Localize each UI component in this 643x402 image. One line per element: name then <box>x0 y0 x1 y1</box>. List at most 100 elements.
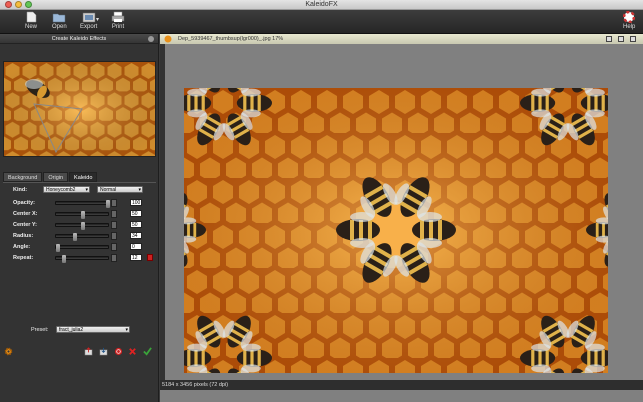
param-row: Radius: 34 <box>3 232 156 241</box>
scroll-gutter <box>160 44 165 380</box>
angle-label: Angle: <box>13 244 31 250</box>
kaleidoscope-image <box>184 88 608 373</box>
center-y-slider[interactable] <box>55 222 109 230</box>
save-preset-icon[interactable] <box>99 347 108 356</box>
image-size-status: 5184 x 3456 pixels (72 dpi) <box>162 382 229 388</box>
honeycomb-preview-image <box>4 62 155 156</box>
effect-tabs: Background Origin Kaleido <box>3 172 98 182</box>
preset-value: fract_julia2 <box>59 327 84 333</box>
chevron-down-icon: ▾ <box>125 327 128 333</box>
kaleido-settings: Kind: Honeycomb2 ▾ Normal ▾ Opacity: 100 Cen… <box>3 182 156 302</box>
slider-knob[interactable] <box>73 233 77 241</box>
minimize-window-icon[interactable] <box>15 1 22 8</box>
print-label: Print <box>111 24 125 30</box>
random-repeat-button[interactable] <box>147 254 153 261</box>
tab-origin[interactable]: Origin <box>43 172 69 182</box>
pin-icon[interactable] <box>148 36 154 42</box>
tab-background[interactable]: Background <box>3 172 43 182</box>
param-row: Opacity: 100 <box>3 199 156 208</box>
repeat-stepper[interactable] <box>111 254 117 262</box>
repeat-label: Repeat: <box>13 255 34 261</box>
open-folder-icon <box>53 13 66 23</box>
preset-select[interactable]: fract_julia2 ▾ <box>56 326 130 333</box>
blend-mode-select[interactable]: Normal ▾ <box>97 186 143 193</box>
chevron-down-icon: ▾ <box>85 187 88 193</box>
kind-select[interactable]: Honeycomb2 ▾ <box>43 186 90 193</box>
center-x-label: Center X: <box>13 211 38 217</box>
cancel-x-icon[interactable] <box>128 347 137 356</box>
export-label: Export <box>80 24 98 30</box>
center-y-label: Center Y: <box>13 222 37 228</box>
zoom-window-icon[interactable] <box>25 1 32 8</box>
opacity-stepper[interactable] <box>111 199 117 207</box>
radius-label: Radius: <box>13 233 34 239</box>
param-row: Center X: 50 <box>3 210 156 219</box>
export-icon <box>82 12 95 23</box>
radius-slider[interactable] <box>55 233 109 241</box>
help-label: Help <box>623 24 636 30</box>
doc-restore-button[interactable] <box>618 36 624 42</box>
load-preset-icon[interactable] <box>84 347 93 356</box>
help-lifebuoy-icon <box>623 11 636 23</box>
open-button[interactable]: Open <box>52 11 67 30</box>
panel-header: Create Kaleido Effects <box>0 34 158 44</box>
doc-close-button[interactable] <box>630 36 636 42</box>
param-row: Center Y: 50 <box>3 221 156 230</box>
slider-knob[interactable] <box>81 222 85 230</box>
preset-label: Preset: <box>31 327 49 333</box>
reset-icon[interactable] <box>114 347 123 356</box>
printer-icon <box>111 11 125 22</box>
gear-icon[interactable] <box>4 347 13 356</box>
radius-input[interactable]: 34 <box>130 232 142 239</box>
doc-minimize-button[interactable] <box>606 36 612 42</box>
center-x-input[interactable]: 50 <box>130 210 142 217</box>
close-window-icon[interactable] <box>5 1 12 8</box>
opacity-label: Opacity: <box>13 200 36 206</box>
title-bar: KaleidoFX <box>0 0 643 10</box>
document-title-bar: Dep_5939467_thumbsup(lgr000)_.jpg 17% <box>160 34 643 44</box>
param-row: Angle: 0 <box>3 243 156 252</box>
repeat-input[interactable]: 12 <box>130 254 142 261</box>
repeat-slider[interactable] <box>55 255 109 263</box>
kind-label: Kind: <box>13 187 28 193</box>
center-x-slider[interactable] <box>55 211 109 219</box>
tab-kaleido[interactable]: Kaleido <box>69 172 98 182</box>
angle-slider[interactable] <box>55 244 109 252</box>
print-button[interactable]: Print <box>111 11 125 30</box>
slider-knob[interactable] <box>56 244 60 252</box>
blend-mode-value: Normal <box>100 187 117 193</box>
opacity-input[interactable]: 100 <box>130 199 142 206</box>
export-button[interactable]: Export <box>80 11 97 30</box>
image-canvas[interactable] <box>184 88 608 373</box>
new-document-icon <box>26 11 37 23</box>
toolbar: New Open Export ▾ Print Help <box>0 10 643 34</box>
param-row: Repeat: 12 <box>3 254 156 263</box>
kind-value: Honeycomb2 <box>46 187 76 193</box>
status-bar: 5184 x 3456 pixels (72 dpi) <box>160 380 643 390</box>
center-x-stepper[interactable] <box>111 210 117 218</box>
window-title: KaleidoFX <box>305 1 338 8</box>
apply-check-icon[interactable] <box>143 347 152 356</box>
export-dropdown-icon[interactable]: ▾ <box>96 16 99 23</box>
document-close-icon[interactable] <box>164 35 172 43</box>
radius-stepper[interactable] <box>111 232 117 240</box>
kaleido-effects-panel: Create Kaleido Effects Background Origin… <box>0 34 159 402</box>
angle-input[interactable]: 0 <box>130 243 142 250</box>
open-label: Open <box>52 24 67 30</box>
center-y-input[interactable]: 50 <box>130 221 142 228</box>
slider-knob[interactable] <box>62 255 66 263</box>
document-window: Dep_5939467_thumbsup(lgr000)_.jpg 17% 51… <box>160 34 643 402</box>
new-label: New <box>25 24 38 30</box>
opacity-slider[interactable] <box>55 200 110 208</box>
center-y-stepper[interactable] <box>111 221 117 229</box>
help-button[interactable]: Help <box>623 11 635 30</box>
panel-title: Create Kaleido Effects <box>51 36 107 42</box>
angle-stepper[interactable] <box>111 243 117 251</box>
slider-knob[interactable] <box>106 200 110 208</box>
document-title: Dep_5939467_thumbsup(lgr000)_.jpg 17% <box>178 36 284 42</box>
slider-knob[interactable] <box>81 211 85 219</box>
kind-row: Kind: Honeycomb2 ▾ Normal ▾ <box>3 186 156 194</box>
chevron-down-icon: ▾ <box>138 187 141 193</box>
source-preview[interactable] <box>3 61 156 157</box>
new-button[interactable]: New <box>25 11 37 30</box>
